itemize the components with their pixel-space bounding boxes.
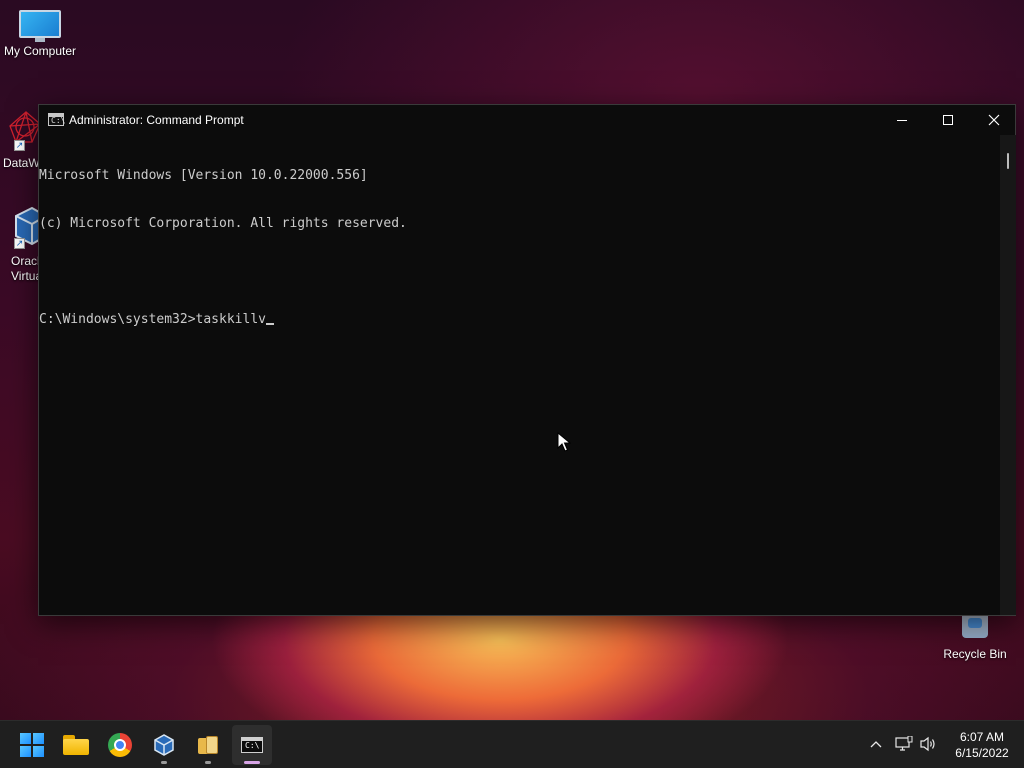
taskbar-file-explorer[interactable] [56,725,96,765]
taskbar-start-button[interactable] [12,725,52,765]
console-prompt-line[interactable]: C:\Windows\system32>taskkillv [39,312,999,328]
virtualbox-icon [154,734,174,756]
desktop-icon-virtualbox[interactable]: ↗ Oracl Virtua [0,204,38,286]
cmd-app-icon: C:\ [48,113,65,126]
console-line: Microsoft Windows [Version 10.0.22000.55… [39,168,368,183]
package-icon [196,734,220,756]
taskbar-clock[interactable]: 6:07 AM 6/15/2022 [942,729,1022,761]
running-indicator [161,761,167,764]
folder-icon [63,735,89,755]
minimize-button[interactable] [879,105,925,135]
minimize-icon [897,119,907,121]
tray-overflow-button[interactable] [864,731,888,757]
mouse-pointer-icon [557,432,571,452]
shortcut-arrow-icon: ↗ [14,238,25,249]
text-cursor [265,323,274,325]
close-button[interactable] [971,105,1017,135]
windows-logo-icon [20,733,44,757]
console-line: (c) Microsoft Corporation. All rights re… [39,216,407,231]
desktop-icon-datawrapper[interactable]: ↗ DataW [0,108,38,172]
desktop-icon-recycle-bin[interactable]: Recycle Bin [935,612,1015,661]
cmd-icon: C:\ [241,737,263,753]
shortcut-arrow-icon: ↗ [14,140,25,151]
window-title: Administrator: Command Prompt [69,113,244,127]
taskbar: C:\ 6:07 AM 6/15/2022 [0,720,1024,768]
desktop-icon-label: Recycle Bin [943,647,1007,661]
desktop-icon-label: DataW [3,156,38,170]
desktop-icon-my-computer[interactable]: My Computer [0,10,80,58]
maximize-button[interactable] [925,105,971,135]
taskbar-chrome[interactable] [100,725,140,765]
tray-network-button[interactable] [892,731,916,757]
chrome-icon [108,733,132,757]
active-indicator [244,761,260,764]
taskbar-command-prompt[interactable]: C:\ [232,725,272,765]
close-icon [988,114,1000,126]
monitor-icon [19,10,61,42]
vertical-scrollbar[interactable] [1000,135,1016,615]
scrollbar-thumb[interactable] [1007,153,1009,169]
clock-date: 6/15/2022 [955,746,1009,760]
volume-icon [920,736,935,752]
tray-volume-button[interactable] [916,731,940,757]
clock-time: 6:07 AM [959,730,1005,744]
console-output[interactable]: Microsoft Windows [Version 10.0.22000.55… [39,135,999,615]
network-icon [895,736,913,751]
console-prompt-text: C:\Windows\system32>taskkillv [39,312,266,327]
running-indicator [205,761,211,764]
maximize-icon [943,115,953,125]
window-titlebar[interactable]: C:\ Administrator: Command Prompt [39,105,1015,135]
desktop-icon-label: My Computer [3,44,77,58]
taskbar-virtualbox[interactable] [144,725,184,765]
command-prompt-window[interactable]: C:\ Administrator: Command Prompt Micros… [38,104,1016,616]
taskbar-archive-app[interactable] [188,725,228,765]
chevron-up-icon [870,741,882,748]
desktop-icon-label: Oracl Virtua [11,254,38,283]
